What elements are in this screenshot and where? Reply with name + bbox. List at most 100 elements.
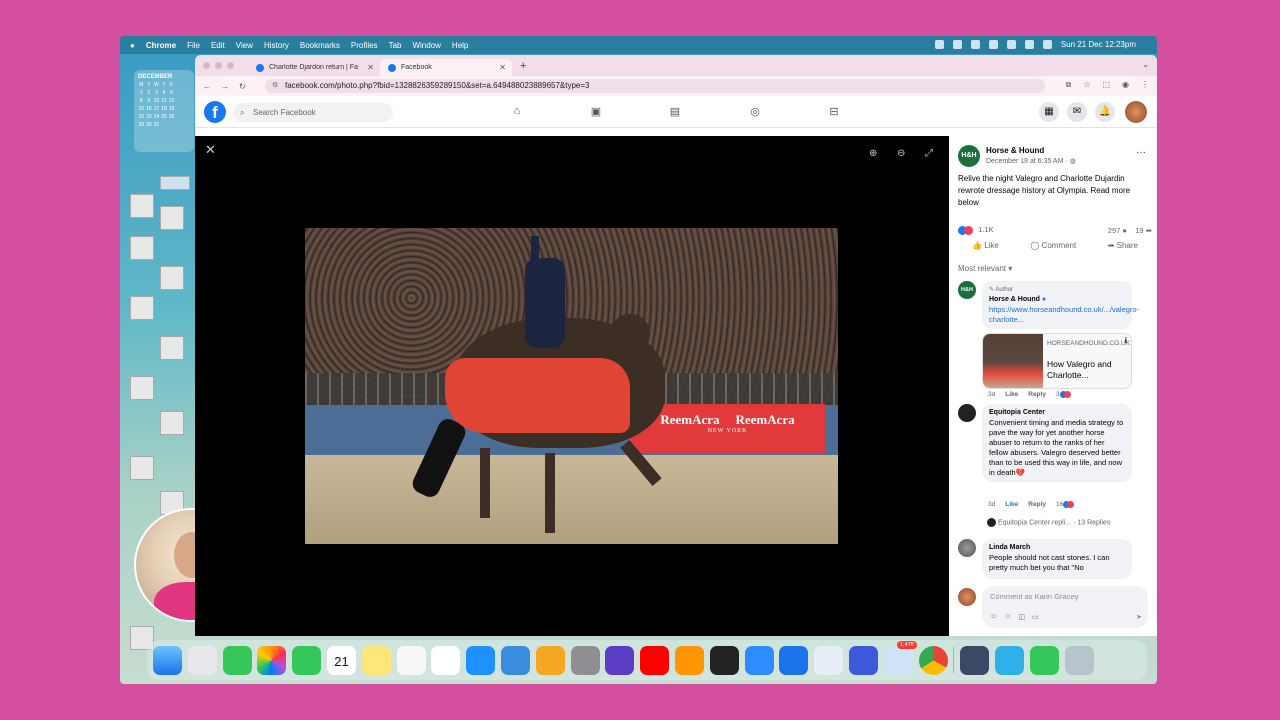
more-options-icon[interactable]: ···	[1136, 147, 1146, 158]
books-icon[interactable]	[674, 645, 704, 675]
page-avatar[interactable]: H&H	[958, 145, 980, 167]
zoom-icon[interactable]	[744, 645, 774, 675]
status-app-icon[interactable]	[952, 40, 962, 49]
like-button[interactable]: 👍 Like	[972, 241, 999, 257]
comment-author[interactable]: Equitopia Center	[989, 408, 1125, 418]
messenger-icon[interactable]: ✉	[1067, 102, 1087, 122]
quicktime-icon[interactable]	[994, 645, 1024, 675]
notifications-bell-icon[interactable]: 🔔	[1095, 102, 1115, 122]
comment-avatar[interactable]	[958, 539, 976, 557]
back-icon[interactable]: ←	[203, 82, 211, 91]
new-tab-button[interactable]: +	[520, 60, 526, 72]
bookmark-star-icon[interactable]: ☆	[1083, 80, 1090, 90]
menu-window[interactable]: Window	[412, 41, 440, 50]
pages-icon[interactable]	[535, 645, 565, 675]
freeform-icon[interactable]	[396, 645, 426, 675]
tab-facebook[interactable]: Facebook ✕	[380, 59, 512, 76]
desktop-file-icon[interactable]	[130, 194, 154, 218]
mail-icon[interactable]: 1,478	[883, 640, 917, 675]
share-button[interactable]: ➦ Share	[1108, 241, 1138, 257]
comment-time[interactable]: 3d	[988, 391, 995, 398]
comment-input[interactable]: Comment as Karin Gracey ☺ ☺ ◫ ▭ ➤	[982, 586, 1148, 628]
document-icon[interactable]	[814, 645, 844, 675]
menu-history[interactable]: History	[264, 41, 289, 50]
comment-button[interactable]: ◯ Comment	[1030, 241, 1076, 257]
control-center-icon[interactable]	[1042, 40, 1052, 49]
post-date[interactable]: December 18 at 6:35 AM · ◍	[986, 157, 1076, 165]
zoom-window-button[interactable]	[227, 62, 234, 69]
chrome-icon[interactable]	[918, 645, 948, 675]
comment-author[interactable]: Linda March	[989, 543, 1125, 553]
tab-search-icon[interactable]: ⌄	[1142, 60, 1149, 69]
gif-icon[interactable]: ▭	[1032, 613, 1039, 621]
imovie-icon[interactable]	[605, 645, 635, 675]
desktop-file-icon[interactable]	[160, 206, 184, 230]
close-tab-icon[interactable]: ✕	[499, 63, 506, 72]
menu-help[interactable]: Help	[452, 41, 468, 50]
close-window-button[interactable]	[203, 62, 210, 69]
zoom-in-icon[interactable]: ⊕	[869, 148, 877, 159]
comment-time[interactable]: 3d	[988, 501, 995, 508]
send-icon[interactable]: ➤	[1136, 613, 1142, 621]
view-replies-link[interactable]: Equitopia Center repli... · 13 Replies	[987, 518, 1157, 527]
avatar-sticker-icon[interactable]: ☺	[990, 613, 997, 621]
minimize-window-button[interactable]	[215, 62, 222, 69]
apple-menu-icon[interactable]: ●	[130, 41, 135, 50]
spotlight-icon[interactable]	[1024, 40, 1034, 49]
url-field[interactable]: ⚙ facebook.com/photo.php?fbid=1328826359…	[265, 79, 1045, 93]
comment-link[interactable]: https://www.horseandhound.co.uk/.../vale…	[989, 305, 1139, 325]
battery-icon[interactable]	[988, 40, 998, 49]
launchpad-icon[interactable]	[187, 645, 217, 675]
chrome-menu-icon[interactable]: ⋮	[1141, 80, 1149, 90]
status-app-icon[interactable]	[934, 40, 944, 49]
comment-author[interactable]: Horse & Hound ●	[989, 295, 1125, 305]
disk-utility-icon[interactable]	[960, 645, 990, 675]
comment-reactions[interactable]: 3	[1056, 391, 1071, 398]
desktop-file-icon[interactable]	[130, 376, 154, 400]
comment-sort-dropdown[interactable]: Most relevant ▾	[958, 264, 1012, 273]
menu-chrome[interactable]: Chrome	[146, 41, 176, 50]
reaction-summary[interactable]: 1.1K 297 ● 19 ➦	[958, 225, 1152, 235]
camera-icon[interactable]: ◫	[1018, 613, 1025, 621]
app-store-icon[interactable]	[466, 645, 496, 675]
marketplace-icon[interactable]: ▤	[668, 105, 682, 119]
comment-like-button[interactable]: Like	[1005, 501, 1018, 508]
close-viewer-icon[interactable]: ✕	[205, 142, 216, 158]
menu-grid-icon[interactable]: ▦	[1039, 102, 1059, 122]
home-icon[interactable]: ⌂	[510, 105, 524, 119]
menu-bookmarks[interactable]: Bookmarks	[300, 41, 340, 50]
time-machine-icon[interactable]	[970, 40, 980, 49]
zoom-out-icon[interactable]: ⊖	[897, 148, 905, 159]
comment-reply-button[interactable]: Reply	[1028, 391, 1046, 398]
desktop-file-icon[interactable]	[160, 336, 184, 360]
reload-icon[interactable]: ↻	[239, 82, 246, 91]
profile-icon[interactable]: ◉	[1122, 80, 1129, 90]
voice-memos-icon[interactable]	[848, 645, 878, 675]
menubar-clock[interactable]: Sun 21 Dec 12:23pm	[1061, 40, 1136, 49]
fullscreen-icon[interactable]: ⤢	[925, 148, 933, 159]
calendar-app-icon[interactable]: 21	[326, 645, 356, 675]
reminders-icon[interactable]	[431, 645, 461, 675]
wifi-icon[interactable]	[1006, 40, 1016, 49]
info-icon[interactable]: i	[1125, 336, 1127, 345]
comment-like-button[interactable]: Like	[1005, 391, 1018, 398]
rm-app-icon[interactable]	[709, 645, 739, 675]
utility-icon[interactable]	[779, 645, 809, 675]
youtube-icon[interactable]	[640, 645, 670, 675]
gaming-icon[interactable]: ⊟	[827, 105, 841, 119]
desktop-file-icon[interactable]	[130, 296, 154, 320]
install-app-icon[interactable]: ⧉	[1066, 80, 1072, 90]
account-avatar[interactable]	[1125, 101, 1147, 123]
close-tab-icon[interactable]: ✕	[367, 63, 374, 72]
menu-profiles[interactable]: Profiles	[351, 41, 378, 50]
comment-avatar[interactable]	[958, 404, 976, 422]
calendar-widget[interactable]: DECEMBER M T W T F 1 2 3 4 5 8 9 10 11 1…	[134, 70, 194, 152]
site-info-icon[interactable]: ⚙	[272, 79, 278, 93]
system-settings-icon[interactable]	[570, 645, 600, 675]
facebook-search-input[interactable]: ⌕ Search Facebook	[233, 103, 393, 122]
composer-avatar[interactable]	[958, 588, 976, 606]
forward-icon[interactable]: →	[221, 82, 229, 91]
finder-icon[interactable]	[153, 645, 182, 675]
facetime-icon[interactable]	[292, 645, 322, 675]
desktop-file-icon[interactable]	[130, 236, 154, 260]
